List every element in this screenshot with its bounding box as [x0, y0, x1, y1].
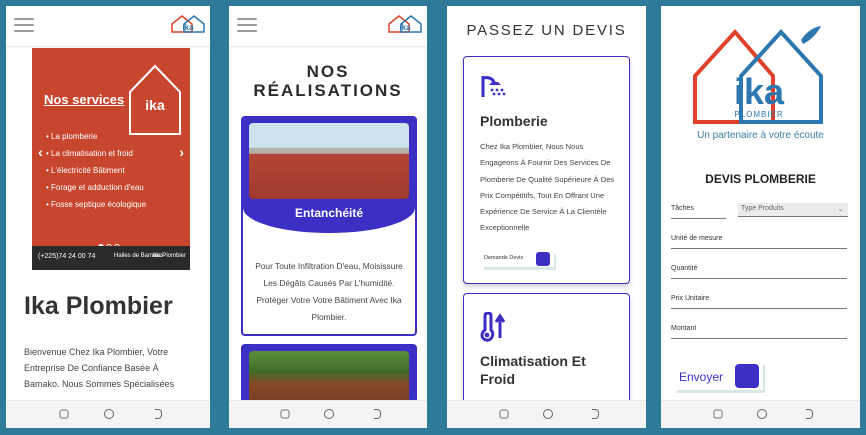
nav-recent-icon[interactable] [154, 409, 162, 419]
nav-home-icon[interactable] [103, 409, 114, 419]
montant-field[interactable]: Montant [671, 325, 847, 339]
android-nav-bar [447, 400, 646, 428]
service-name: Plomberie [480, 113, 548, 129]
rooftop-photo [249, 123, 409, 199]
garden-photo [249, 351, 409, 402]
carousel-prev-icon[interactable]: ‹ [38, 144, 43, 160]
menu-icon[interactable] [237, 18, 257, 32]
realisation-label: Entanchéité [294, 206, 363, 220]
nav-back-icon[interactable] [280, 409, 290, 419]
demande-devis-button[interactable]: Demande Devis [482, 251, 554, 267]
services-banner[interactable]: ika Nos services La plomberie La climati… [32, 48, 190, 270]
nav-recent-icon[interactable] [806, 409, 814, 419]
temperature-icon [480, 312, 506, 342]
taches-field[interactable]: Tâches [671, 205, 726, 219]
logo-subtext: PLOMBIER [734, 110, 783, 119]
banner-service-list: La plomberie La climatisation et froid L… [46, 128, 146, 213]
realisation-card[interactable] [241, 344, 417, 404]
quantite-field[interactable]: Quantité [671, 265, 847, 279]
banner-footer: (+225)74 24 00 74 Halles de Bamako Ika P… [32, 246, 190, 270]
android-nav-bar [6, 400, 210, 428]
intro-text: Bienvenue Chez Ika Plombier, Votre Entre… [24, 347, 175, 389]
button-accent-box [536, 252, 550, 266]
ika-logo-icon[interactable]: ika [170, 14, 206, 34]
nav-recent-icon[interactable] [373, 409, 381, 419]
service-description: Chez Ika Plombier, Nous Nous Engageons À… [480, 142, 615, 233]
tagline: Un partenaire à votre écoute [697, 130, 824, 141]
service-card-plomberie[interactable]: Plomberie Chez Ika Plombier, Nous Nous E… [463, 56, 630, 284]
house-logo-icon: ika [129, 64, 181, 135]
app-header: ika [6, 6, 210, 46]
ika-logo-icon[interactable]: ika [387, 14, 423, 34]
banner-service-item: Fosse septique écologique [46, 196, 146, 213]
envoyer-button[interactable]: Envoyer [675, 362, 763, 390]
ika-logo-text: ika [399, 23, 411, 32]
section-title: PASSEZ UN DEVIS [466, 22, 627, 39]
envoyer-label: Envoyer [679, 370, 724, 384]
demande-devis-label: Demande Devis [484, 255, 524, 261]
banner-service-item: La climatisation et froid [46, 145, 146, 162]
nav-recent-icon[interactable] [592, 409, 600, 419]
shower-icon [481, 76, 506, 97]
nav-back-icon[interactable] [499, 409, 509, 419]
realisation-text: Pour Toute Infiltration D'eau, Moisissur… [255, 261, 403, 322]
phone-screen-home: ika ika Nos services La plomberie La cli… [6, 6, 210, 428]
chevron-down-icon: ⌄ [837, 204, 844, 213]
button-accent-box [735, 364, 759, 388]
banner-service-item: La plomberie [46, 128, 146, 145]
ika-plombier-logo-icon: ika PLOMBIER [693, 26, 823, 124]
banner-service-item: Forage et adduction d'eau [46, 179, 146, 196]
type-produits-value: Type Produits [741, 205, 784, 212]
phone-screen-realisations: ika NOS RÉALISATIONS Entanchéité Pour To… [229, 6, 427, 428]
form-title: DEVIS PLOMBERIE [705, 172, 816, 186]
banner-phone: (+225)74 24 00 74 [38, 253, 96, 260]
nav-home-icon[interactable] [324, 409, 335, 419]
realisation-card[interactable]: Entanchéité Pour Toute Infiltration D'ea… [241, 116, 417, 336]
phone-screen-form: ika PLOMBIER Un partenaire à votre écout… [661, 6, 860, 428]
nav-home-icon[interactable] [542, 409, 553, 419]
banner-service-item: L'électricité Bâtiment [46, 162, 146, 179]
android-nav-bar [229, 400, 427, 428]
android-nav-bar [661, 400, 860, 428]
phone-screen-devis: PASSEZ UN DEVIS Plomberie Chez Ika Plomb… [447, 6, 646, 428]
type-produits-select[interactable]: Type Produits ⌄ [738, 203, 848, 217]
carousel-next-icon[interactable]: › [179, 144, 184, 160]
banner-title: Nos services [44, 92, 125, 107]
app-header: ika [229, 6, 427, 46]
nav-home-icon[interactable] [756, 409, 767, 419]
page-title: Ika Plombier [24, 292, 173, 320]
menu-icon[interactable] [14, 18, 34, 32]
section-title: NOS RÉALISATIONS [253, 62, 403, 100]
nav-back-icon[interactable] [59, 409, 69, 419]
nav-back-icon[interactable] [713, 409, 723, 419]
banner-logo-text: ika [145, 97, 165, 113]
logo-text: ika [734, 71, 785, 112]
prix-unitaire-field[interactable]: Prix Unitaire [671, 295, 847, 309]
banner-facebook: Ika Plombier [152, 253, 186, 259]
unite-mesure-field[interactable]: Unité de mesure [671, 235, 847, 249]
ika-logo-text: ika [182, 23, 194, 32]
service-name: Climatisation Et Froid [480, 353, 586, 387]
